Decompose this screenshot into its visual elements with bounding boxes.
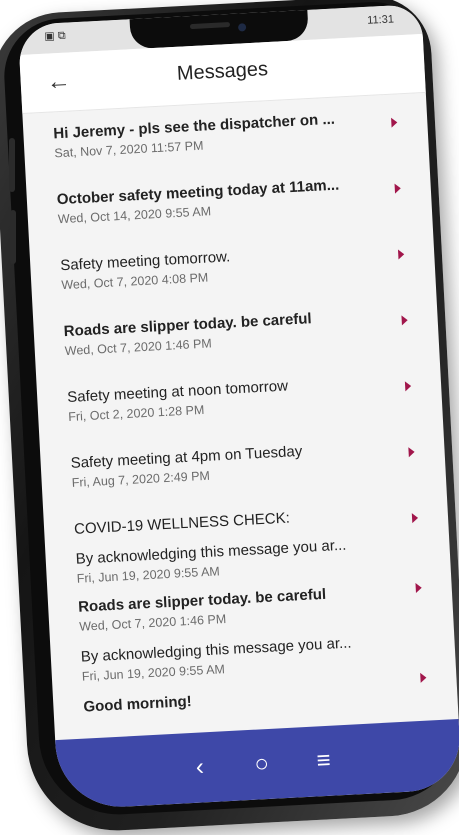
- chevron-right-icon: [391, 117, 398, 128]
- chevron-right-icon: [401, 315, 408, 326]
- volume-down-button: [10, 210, 16, 264]
- message-list: Hi Jeremy - pls see the dispatcher on ..…: [22, 94, 458, 740]
- nav-back-icon[interactable]: ‹: [184, 752, 216, 784]
- chevron-right-icon: [408, 446, 415, 458]
- chevron-right-icon: [394, 183, 402, 194]
- status-time: 11:31: [366, 13, 395, 27]
- chevron-right-icon: [415, 582, 422, 594]
- page-title: Messages: [176, 58, 269, 85]
- phone-screen: ▣ ⧉ 11:31 ← Messages Hi Jeremy - pls see…: [17, 3, 459, 811]
- volume-up-button: [9, 138, 15, 192]
- chevron-right-icon: [404, 381, 412, 392]
- speaker-grille: [189, 22, 231, 30]
- nav-home-icon[interactable]: ○: [246, 749, 278, 781]
- chevron-right-icon: [411, 512, 419, 524]
- status-left-icons: ▣ ⧉: [44, 29, 66, 43]
- chevron-right-icon: [397, 249, 405, 260]
- nav-menu-icon[interactable]: ≡: [308, 745, 340, 777]
- chevron-right-icon: [420, 672, 427, 683]
- front-camera: [237, 23, 247, 32]
